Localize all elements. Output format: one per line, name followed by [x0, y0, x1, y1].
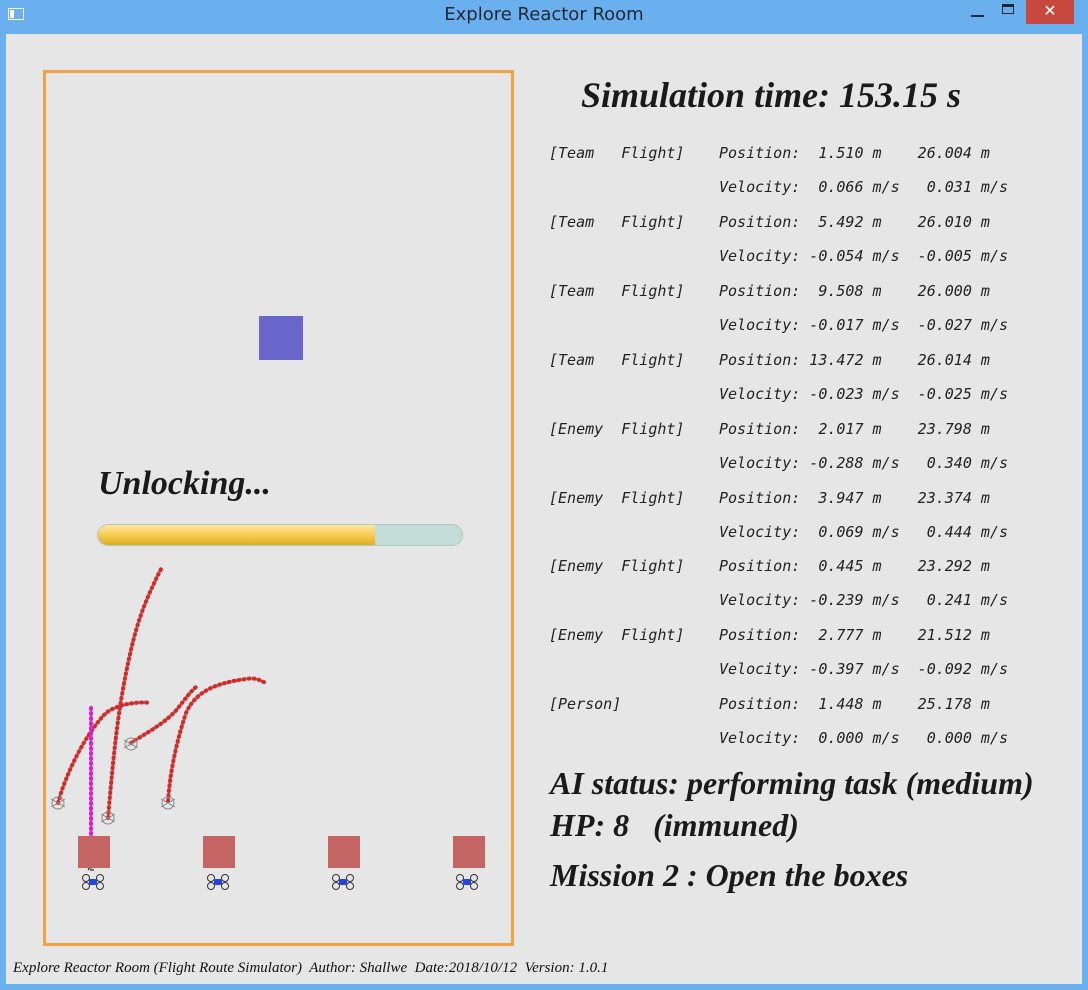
footer-credits: Explore Reactor Room (Flight Route Simul…: [13, 960, 609, 976]
row-label: [Enemy Flight]: [549, 626, 685, 644]
hp-status: HP: 8 (immuned): [550, 807, 799, 843]
row-position: Position: 1.510 m 26.004 m: [719, 144, 990, 162]
trail-3: [166, 676, 268, 803]
row-position: Position: 2.777 m 21.512 m: [719, 626, 990, 644]
row-velocity: Velocity: -0.017 m/s -0.027 m/s: [719, 316, 1008, 334]
ai-status: AI status: performing task (medium): [550, 765, 1034, 801]
row-label: [Team Flight]: [549, 351, 685, 369]
team-drone-icon: [207, 874, 229, 890]
flight-paths: [50, 567, 268, 871]
row-position: Position: 1.448 m 25.178 m: [719, 695, 990, 713]
row-label: [Enemy Flight]: [549, 557, 685, 575]
goal-box: [328, 836, 360, 868]
maximize-icon: [1002, 4, 1014, 14]
row-velocity: Velocity: -0.239 m/s 0.241 m/s: [719, 591, 1008, 609]
row-label: [Enemy Flight]: [549, 420, 685, 438]
row-position: Position: 9.508 m 26.000 m: [719, 282, 990, 300]
simulation-arena: Unlocking...: [43, 70, 514, 946]
row-position: Position: 13.472 m 26.014 m: [719, 351, 990, 369]
close-button[interactable]: ✕: [1026, 0, 1074, 24]
row-label: [Team Flight]: [549, 213, 685, 231]
goal-box: [78, 836, 110, 868]
window-title: Explore Reactor Room: [444, 4, 644, 25]
team-drone-icon: [82, 874, 104, 890]
maximize-button[interactable]: [996, 0, 1022, 24]
row-velocity: Velocity: -0.288 m/s 0.340 m/s: [719, 454, 1008, 472]
enemy-drone-icon: [123, 737, 139, 751]
row-label: [Enemy Flight]: [549, 489, 685, 507]
row-position: Position: 0.445 m 23.292 m: [719, 557, 990, 575]
row-label: [Person]: [549, 695, 622, 713]
team-drone-icon: [456, 874, 478, 890]
simulation-time: Simulation time: 153.15 s: [581, 75, 962, 115]
row-position: Position: 5.492 m 26.010 m: [719, 213, 990, 231]
goal-box: [453, 836, 485, 868]
row-velocity: Velocity: -0.023 m/s -0.025 m/s: [719, 385, 1008, 403]
trail-1: [56, 700, 153, 805]
enemy-flight-trails: [56, 567, 268, 820]
row-position: Position: 2.017 m 23.798 m: [719, 420, 990, 438]
row-velocity: Velocity: -0.054 m/s -0.005 m/s: [719, 247, 1008, 265]
row-label: [Team Flight]: [549, 282, 685, 300]
title-bar: Explore Reactor Room ✕: [0, 0, 1088, 32]
mission-text: Mission 2 : Open the boxes: [550, 857, 909, 893]
goal-box: [203, 836, 235, 868]
trail-2: [106, 567, 163, 820]
row-position: Position: 3.947 m 23.374 m: [719, 489, 990, 507]
team-drone-icon: [332, 874, 354, 890]
row-velocity: Velocity: -0.397 m/s -0.092 m/s: [719, 660, 1008, 678]
row-velocity: Velocity: 0.069 m/s 0.444 m/s: [719, 523, 1008, 541]
row-velocity: Velocity: 0.000 m/s 0.000 m/s: [719, 729, 1008, 747]
minimize-icon: [971, 15, 984, 17]
minimize-button[interactable]: [964, 0, 990, 24]
row-label: [Team Flight]: [549, 144, 685, 162]
row-velocity: Velocity: 0.066 m/s 0.031 m/s: [719, 178, 1008, 196]
client-area: Unlocking... Simulation time: 153.15 s […: [6, 34, 1082, 984]
